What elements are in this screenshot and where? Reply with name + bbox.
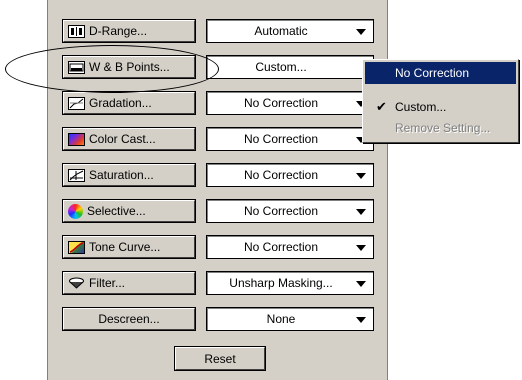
selective-value: No Correction — [243, 204, 319, 218]
menu-item-label: Custom... — [395, 100, 447, 114]
color-cast-label: Color Cast... — [89, 132, 156, 146]
menu-item-custom[interactable]: ✔ Custom... — [365, 96, 516, 118]
tone-curve-button[interactable]: Tone Curve... — [62, 235, 196, 259]
white-black-points-icon — [68, 60, 85, 74]
correction-panel: D-Range... Automatic W & B Points... Cus… — [47, 0, 388, 380]
row-wb-points: W & B Points... Custom... — [48, 55, 389, 81]
chevron-down-icon[interactable] — [356, 317, 366, 323]
descreen-button[interactable]: Descreen... — [62, 307, 196, 331]
color-cast-value: No Correction — [243, 132, 319, 146]
gradation-value: No Correction — [243, 96, 319, 110]
row-filter: Filter... Unsharp Masking... — [48, 271, 389, 297]
saturation-icon — [68, 168, 85, 182]
filter-button[interactable]: Filter... — [62, 271, 196, 295]
row-color-cast: Color Cast... No Correction — [48, 127, 389, 153]
tone-curve-value: No Correction — [243, 240, 319, 254]
d-range-label: D-Range... — [89, 24, 148, 38]
menu-item-no-correction[interactable]: No Correction — [365, 62, 516, 84]
row-tone-curve: Tone Curve... No Correction — [48, 235, 389, 261]
chevron-down-icon[interactable] — [356, 29, 366, 35]
tone-curve-label: Tone Curve... — [89, 240, 161, 254]
menu-item-label: No Correction — [395, 66, 470, 80]
row-d-range: D-Range... Automatic — [48, 19, 389, 45]
row-gradation: Gradation... No Correction — [48, 91, 389, 117]
chevron-down-icon[interactable] — [356, 173, 366, 179]
gradation-icon — [68, 96, 85, 110]
selective-label: Selective... — [87, 204, 146, 218]
checkmark-icon: ✔ — [376, 99, 387, 114]
wb-points-select[interactable]: Custom... — [206, 55, 374, 79]
tone-curve-select[interactable]: No Correction — [206, 235, 374, 259]
selective-color-icon — [68, 203, 83, 219]
filter-icon — [68, 277, 85, 290]
saturation-label: Saturation... — [89, 168, 154, 182]
descreen-label: Descreen... — [98, 312, 160, 326]
tone-curve-icon — [68, 240, 85, 254]
d-range-icon — [68, 24, 85, 38]
wb-points-value: Custom... — [255, 60, 307, 74]
d-range-button[interactable]: D-Range... — [62, 19, 196, 43]
saturation-button[interactable]: Saturation... — [62, 163, 196, 187]
chevron-down-icon[interactable] — [356, 209, 366, 215]
selective-select[interactable]: No Correction — [206, 199, 374, 223]
chevron-down-icon[interactable] — [356, 281, 366, 287]
descreen-select[interactable]: None — [206, 307, 374, 331]
reset-button[interactable]: Reset — [174, 346, 266, 371]
chevron-down-icon[interactable] — [356, 245, 366, 251]
color-cast-select[interactable]: No Correction — [206, 127, 374, 151]
row-selective: Selective... No Correction — [48, 199, 389, 225]
saturation-value: No Correction — [243, 168, 319, 182]
menu-item-remove-setting: Remove Setting... — [365, 117, 516, 139]
gradation-button[interactable]: Gradation... — [62, 91, 196, 115]
wb-points-label: W & B Points... — [89, 60, 170, 74]
filter-value: Unsharp Masking... — [229, 276, 333, 290]
row-saturation: Saturation... No Correction — [48, 163, 389, 189]
saturation-select[interactable]: No Correction — [206, 163, 374, 187]
wb-points-button[interactable]: W & B Points... — [62, 55, 196, 79]
filter-select[interactable]: Unsharp Masking... — [206, 271, 374, 295]
gradation-label: Gradation... — [89, 96, 152, 110]
descreen-value: None — [266, 312, 296, 326]
gradation-select[interactable]: No Correction — [206, 91, 374, 115]
wb-points-dropdown-menu: No Correction ✔ Custom... Remove Setting… — [362, 59, 519, 143]
d-range-select[interactable]: Automatic — [206, 19, 374, 43]
reset-label: Reset — [204, 351, 236, 366]
filter-label: Filter... — [89, 276, 126, 290]
color-cast-icon — [68, 132, 85, 146]
menu-item-label: Remove Setting... — [395, 121, 491, 135]
row-descreen: Descreen... None — [48, 307, 389, 333]
color-cast-button[interactable]: Color Cast... — [62, 127, 196, 151]
d-range-value: Automatic — [254, 24, 308, 38]
selective-button[interactable]: Selective... — [62, 199, 196, 223]
